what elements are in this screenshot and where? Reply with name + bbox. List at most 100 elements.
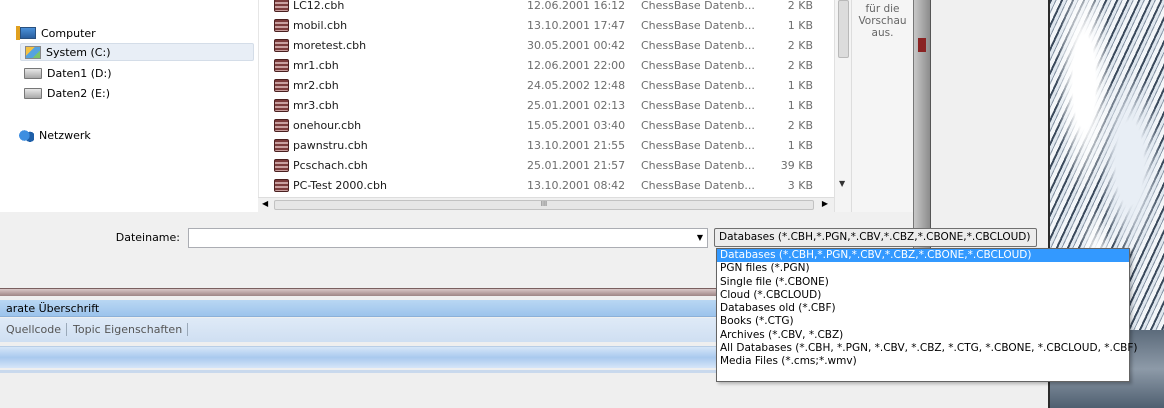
file-date: 13.10.2001 17:47 <box>527 19 626 32</box>
dropdown-option[interactable]: Media Files (*.cms;*.wmv) <box>717 355 1129 368</box>
scroll-down-icon[interactable]: ▼ <box>839 179 845 188</box>
tab-topic-eigenschaften[interactable]: Topic Eigenschaften <box>67 323 189 336</box>
database-file-icon <box>274 39 289 52</box>
dropdown-option[interactable]: Databases old (*.CBF) <box>717 302 1129 315</box>
scroll-right-icon[interactable]: ▶ <box>822 199 828 208</box>
preview-text-line: Vorschau <box>858 15 907 27</box>
file-size: 1 KB <box>787 139 813 152</box>
file-type: ChessBase Datenb... <box>641 19 755 32</box>
file-date: 24.05.2002 12:48 <box>527 79 626 92</box>
vertical-scrollbar[interactable]: ▼ <box>834 0 851 212</box>
file-list: LC12.cbh 12.06.2001 16:12 ChessBase Date… <box>258 0 834 212</box>
file-size: 2 KB <box>787 39 813 52</box>
file-size: 39 KB <box>780 159 813 172</box>
file-size: 1 KB <box>787 99 813 112</box>
file-size: 3 KB <box>787 179 813 192</box>
file-date: 13.10.2001 21:55 <box>527 139 626 152</box>
file-name: mr3.cbh <box>293 99 339 112</box>
file-row[interactable]: LC12.cbh 12.06.2001 16:12 ChessBase Date… <box>259 0 819 16</box>
dropdown-option[interactable]: Single file (*.CBONE) <box>717 276 1129 289</box>
file-row[interactable]: moretest.cbh 30.05.2001 00:42 ChessBase … <box>259 36 819 56</box>
nav-item-daten1[interactable]: Daten1 (D:) <box>24 64 112 82</box>
nav-item-label: Netzwerk <box>39 128 91 142</box>
file-type-select[interactable]: Databases (*.CBH,*.PGN,*.CBV,*.CBZ,*.CBO… <box>714 228 1037 247</box>
network-icon <box>18 128 34 142</box>
dropdown-option[interactable]: PGN files (*.PGN) <box>717 262 1129 275</box>
file-date: 12.06.2001 16:12 <box>527 0 626 12</box>
database-file-icon <box>274 0 289 12</box>
preview-text-line: aus. <box>871 27 894 39</box>
file-date: 12.06.2001 22:00 <box>527 59 626 72</box>
database-file-icon <box>274 19 289 32</box>
file-name: LC12.cbh <box>293 0 345 12</box>
nav-item-label: Daten1 (D:) <box>47 66 112 80</box>
file-type-dropdown-list: Databases (*.CBH,*.PGN,*.CBV,*.CBZ,*.CBO… <box>716 248 1138 382</box>
filename-input[interactable]: ▼ <box>188 228 708 248</box>
file-type: ChessBase Datenb... <box>641 159 755 172</box>
caption-text: arate Überschrift <box>6 302 100 315</box>
dropdown-option[interactable]: Cloud (*.CBCLOUD) <box>717 289 1129 302</box>
file-type: ChessBase Datenb... <box>641 79 755 92</box>
file-size: 1 KB <box>787 79 813 92</box>
file-row[interactable]: pawnstru.cbh 13.10.2001 21:55 ChessBase … <box>259 136 819 156</box>
file-row[interactable]: mr2.cbh 24.05.2002 12:48 ChessBase Daten… <box>259 76 819 96</box>
filename-label: Dateiname: <box>115 231 180 244</box>
nav-item-label: Computer <box>41 26 96 40</box>
computer-icon <box>16 26 36 40</box>
file-name: mr1.cbh <box>293 59 339 72</box>
database-file-icon <box>274 119 289 132</box>
file-row[interactable]: PC-Test 2000.cbh 13.10.2001 08:42 ChessB… <box>259 176 819 196</box>
dropdown-option[interactable]: Databases (*.CBH,*.PGN,*.CBV,*.CBZ,*.CBO… <box>717 249 1129 263</box>
file-row[interactable]: onehour.cbh 15.05.2001 03:40 ChessBase D… <box>259 116 819 136</box>
file-size: 2 KB <box>787 119 813 132</box>
nav-item-computer[interactable]: Computer <box>14 24 96 42</box>
file-name: PC-Test 2000.cbh <box>293 179 387 192</box>
horizontal-scroll-thumb[interactable]: III <box>274 200 814 210</box>
drive-icon <box>24 67 42 79</box>
database-file-icon <box>274 179 289 192</box>
file-name: onehour.cbh <box>293 119 362 132</box>
file-date: 15.05.2001 03:40 <box>527 119 626 132</box>
file-date: 25.01.2001 02:13 <box>527 99 626 112</box>
dropdown-option[interactable]: All Databases (*.CBH, *.PGN, *.CBV, *.CB… <box>717 342 1138 355</box>
system-drive-icon <box>25 45 41 59</box>
filename-row: Dateiname: ▼ <box>0 226 712 250</box>
database-file-icon <box>274 59 289 72</box>
file-name: pawnstru.cbh <box>293 139 368 152</box>
file-type: ChessBase Datenb... <box>641 119 755 132</box>
file-date: 30.05.2001 00:42 <box>527 39 626 52</box>
dropdown-option[interactable]: Archives (*.CBV, *.CBZ) <box>717 329 1129 342</box>
file-row[interactable]: mobil.cbh 13.10.2001 17:47 ChessBase Dat… <box>259 16 819 36</box>
nav-item-daten2[interactable]: Daten2 (E:) <box>24 84 110 102</box>
file-type: ChessBase Datenb... <box>641 59 755 72</box>
chevron-down-icon[interactable]: ▼ <box>697 233 703 242</box>
database-file-icon <box>274 139 289 152</box>
nav-item-netzwerk[interactable]: Netzwerk <box>18 126 91 144</box>
horizontal-scrollbar[interactable]: ◀ III ▶ <box>258 197 834 212</box>
nav-item-label: System (C:) <box>46 45 111 59</box>
file-name: mobil.cbh <box>293 19 348 32</box>
file-row[interactable]: mr1.cbh 12.06.2001 22:00 ChessBase Daten… <box>259 56 819 76</box>
database-file-icon <box>274 159 289 172</box>
file-type: ChessBase Datenb... <box>641 99 755 112</box>
dropdown-option[interactable]: Books (*.CTG) <box>717 315 1129 328</box>
preview-pane: für die Vorschau aus. <box>851 0 913 212</box>
file-type-selected: Databases (*.CBH,*.PGN,*.CBV,*.CBZ,*.CBO… <box>719 231 1031 243</box>
database-file-icon <box>274 79 289 92</box>
preview-text-line: für die <box>865 3 900 15</box>
file-row[interactable]: Pcschach.cbh 25.01.2001 21:57 ChessBase … <box>259 156 819 176</box>
file-type: ChessBase Datenb... <box>641 179 755 192</box>
file-type: ChessBase Datenb... <box>641 0 755 12</box>
file-row[interactable]: mr3.cbh 25.01.2001 02:13 ChessBase Daten… <box>259 96 819 116</box>
file-size: 1 KB <box>787 19 813 32</box>
file-size: 2 KB <box>787 0 813 12</box>
drive-icon <box>24 87 42 99</box>
file-type: ChessBase Datenb... <box>641 139 755 152</box>
file-date: 13.10.2001 08:42 <box>527 179 626 192</box>
vertical-scroll-thumb[interactable] <box>838 0 849 58</box>
nav-item-system-c[interactable]: System (C:) <box>20 43 254 61</box>
tab-quellcode[interactable]: Quellcode <box>0 323 68 336</box>
scroll-grip: III <box>540 200 548 208</box>
scroll-left-icon[interactable]: ◀ <box>262 199 268 208</box>
file-date: 25.01.2001 21:57 <box>527 159 626 172</box>
